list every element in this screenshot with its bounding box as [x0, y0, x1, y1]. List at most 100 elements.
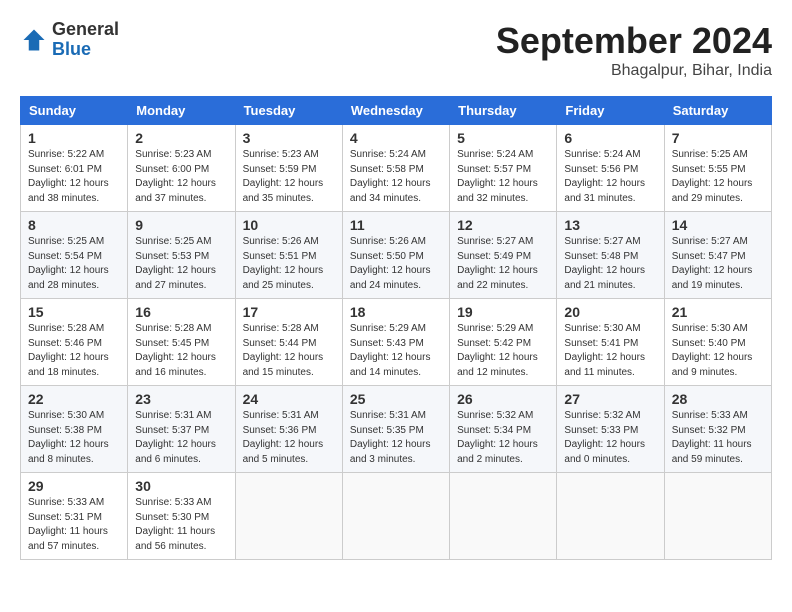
- day-number: 6: [564, 130, 656, 146]
- calendar-cell: [235, 473, 342, 560]
- calendar-cell: 25 Sunrise: 5:31 AM Sunset: 5:35 PM Dayli…: [342, 386, 449, 473]
- calendar-cell: 27Sunrise: 5:32 AM Sunset: 5:33 PM Dayli…: [557, 386, 664, 473]
- calendar-cell: 8 Sunrise: 5:25 AM Sunset: 5:54 PM Daylig…: [21, 212, 128, 299]
- calendar-cell: 19 Sunrise: 5:29 AM Sunset: 5:42 PM Dayli…: [450, 299, 557, 386]
- page-header: General Blue September 2024 Bhagalpur, B…: [20, 20, 772, 80]
- day-number: 4: [350, 130, 442, 146]
- calendar-cell: 3 Sunrise: 5:23 AM Sunset: 5:59 PM Daylig…: [235, 125, 342, 212]
- day-number: 5: [457, 130, 549, 146]
- calendar-cell: 26 Sunrise: 5:32 AM Sunset: 5:34 PM Dayli…: [450, 386, 557, 473]
- day-info: Sunrise: 5:23 AM Sunset: 6:00 PM Dayligh…: [135, 148, 227, 206]
- day-info: Sunrise: 5:26 AM Sunset: 5:50 PM Dayligh…: [350, 235, 442, 293]
- logo-icon: [20, 26, 48, 54]
- day-number: 21: [672, 304, 764, 320]
- day-info: Sunrise: 5:25 AM Sunset: 5:55 PM Dayligh…: [672, 148, 764, 206]
- logo-general: General: [52, 19, 119, 39]
- day-number: 10: [243, 217, 335, 233]
- calendar-cell: 6Sunrise: 5:24 AM Sunset: 5:56 PM Daylig…: [557, 125, 664, 212]
- day-number: 30: [135, 478, 227, 494]
- day-info: Sunrise: 5:33 AM Sunset: 5:30 PM Dayligh…: [135, 496, 227, 554]
- day-number: 22: [28, 391, 120, 407]
- day-info: Sunrise: 5:24 AM Sunset: 5:58 PM Dayligh…: [350, 148, 442, 206]
- calendar-table: SundayMondayTuesdayWednesdayThursdayFrid…: [20, 96, 772, 560]
- day-number: 19: [457, 304, 549, 320]
- calendar-cell: 22 Sunrise: 5:30 AM Sunset: 5:38 PM Dayli…: [21, 386, 128, 473]
- day-info: Sunrise: 5:23 AM Sunset: 5:59 PM Dayligh…: [243, 148, 335, 206]
- weekday-header: Friday: [557, 97, 664, 125]
- logo-blue: Blue: [52, 39, 91, 59]
- day-info: Sunrise: 5:30 AM Sunset: 5:40 PM Dayligh…: [672, 322, 764, 380]
- day-info: Sunrise: 5:27 AM Sunset: 5:47 PM Dayligh…: [672, 235, 764, 293]
- calendar-cell: 7 Sunrise: 5:25 AM Sunset: 5:55 PM Daylig…: [664, 125, 771, 212]
- calendar-cell: 11Sunrise: 5:26 AM Sunset: 5:50 PM Dayli…: [342, 212, 449, 299]
- day-info: Sunrise: 5:28 AM Sunset: 5:44 PM Dayligh…: [243, 322, 335, 380]
- day-info: Sunrise: 5:30 AM Sunset: 5:38 PM Dayligh…: [28, 409, 120, 467]
- calendar-cell: [342, 473, 449, 560]
- day-info: Sunrise: 5:31 AM Sunset: 5:35 PM Dayligh…: [350, 409, 442, 467]
- day-number: 28: [672, 391, 764, 407]
- day-info: Sunrise: 5:32 AM Sunset: 5:34 PM Dayligh…: [457, 409, 549, 467]
- day-info: Sunrise: 5:28 AM Sunset: 5:45 PM Dayligh…: [135, 322, 227, 380]
- calendar-cell: 17 Sunrise: 5:28 AM Sunset: 5:44 PM Dayli…: [235, 299, 342, 386]
- calendar-cell: 12 Sunrise: 5:27 AM Sunset: 5:49 PM Dayli…: [450, 212, 557, 299]
- weekday-header: Monday: [128, 97, 235, 125]
- calendar-week-row: 8 Sunrise: 5:25 AM Sunset: 5:54 PM Daylig…: [21, 212, 772, 299]
- day-number: 20: [564, 304, 656, 320]
- day-info: Sunrise: 5:33 AM Sunset: 5:32 PM Dayligh…: [672, 409, 764, 467]
- day-info: Sunrise: 5:30 AM Sunset: 5:41 PM Dayligh…: [564, 322, 656, 380]
- calendar-cell: 1 Sunrise: 5:22 AM Sunset: 6:01 PM Daylig…: [21, 125, 128, 212]
- day-info: Sunrise: 5:26 AM Sunset: 5:51 PM Dayligh…: [243, 235, 335, 293]
- calendar-cell: 16 Sunrise: 5:28 AM Sunset: 5:45 PM Dayli…: [128, 299, 235, 386]
- calendar-cell: 5 Sunrise: 5:24 AM Sunset: 5:57 PM Daylig…: [450, 125, 557, 212]
- weekday-header: Tuesday: [235, 97, 342, 125]
- calendar-cell: 20 Sunrise: 5:30 AM Sunset: 5:41 PM Dayli…: [557, 299, 664, 386]
- day-info: Sunrise: 5:31 AM Sunset: 5:37 PM Dayligh…: [135, 409, 227, 467]
- day-number: 2: [135, 130, 227, 146]
- month-title: September 2024: [496, 20, 772, 62]
- weekday-header: Saturday: [664, 97, 771, 125]
- calendar-week-row: 15Sunrise: 5:28 AM Sunset: 5:46 PM Dayli…: [21, 299, 772, 386]
- day-number: 8: [28, 217, 120, 233]
- day-number: 7: [672, 130, 764, 146]
- day-number: 26: [457, 391, 549, 407]
- calendar-cell: [450, 473, 557, 560]
- calendar-cell: 10 Sunrise: 5:26 AM Sunset: 5:51 PM Dayli…: [235, 212, 342, 299]
- day-info: Sunrise: 5:25 AM Sunset: 5:54 PM Dayligh…: [28, 235, 120, 293]
- day-info: Sunrise: 5:31 AM Sunset: 5:36 PM Dayligh…: [243, 409, 335, 467]
- calendar-cell: 15Sunrise: 5:28 AM Sunset: 5:46 PM Dayli…: [21, 299, 128, 386]
- day-number: 29: [28, 478, 120, 494]
- day-number: 14: [672, 217, 764, 233]
- day-number: 25: [350, 391, 442, 407]
- calendar-cell: 21 Sunrise: 5:30 AM Sunset: 5:40 PM Dayli…: [664, 299, 771, 386]
- day-number: 9: [135, 217, 227, 233]
- calendar-cell: 30 Sunrise: 5:33 AM Sunset: 5:30 PM Dayli…: [128, 473, 235, 560]
- calendar-cell: 14 Sunrise: 5:27 AM Sunset: 5:47 PM Dayli…: [664, 212, 771, 299]
- day-number: 17: [243, 304, 335, 320]
- weekday-header: Wednesday: [342, 97, 449, 125]
- day-number: 1: [28, 130, 120, 146]
- calendar-cell: 24Sunrise: 5:31 AM Sunset: 5:36 PM Dayli…: [235, 386, 342, 473]
- calendar-cell: [557, 473, 664, 560]
- day-number: 3: [243, 130, 335, 146]
- calendar-cell: 18Sunrise: 5:29 AM Sunset: 5:43 PM Dayli…: [342, 299, 449, 386]
- day-number: 12: [457, 217, 549, 233]
- day-info: Sunrise: 5:29 AM Sunset: 5:42 PM Dayligh…: [457, 322, 549, 380]
- calendar-cell: 29 Sunrise: 5:33 AM Sunset: 5:31 PM Dayli…: [21, 473, 128, 560]
- day-info: Sunrise: 5:27 AM Sunset: 5:49 PM Dayligh…: [457, 235, 549, 293]
- calendar-cell: 13 Sunrise: 5:27 AM Sunset: 5:48 PM Dayli…: [557, 212, 664, 299]
- calendar-cell: 28 Sunrise: 5:33 AM Sunset: 5:32 PM Dayli…: [664, 386, 771, 473]
- day-number: 18: [350, 304, 442, 320]
- day-number: 16: [135, 304, 227, 320]
- day-number: 13: [564, 217, 656, 233]
- logo: General Blue: [20, 20, 119, 60]
- day-number: 27: [564, 391, 656, 407]
- day-info: Sunrise: 5:27 AM Sunset: 5:48 PM Dayligh…: [564, 235, 656, 293]
- calendar-cell: 9Sunrise: 5:25 AM Sunset: 5:53 PM Daylig…: [128, 212, 235, 299]
- day-info: Sunrise: 5:24 AM Sunset: 5:57 PM Dayligh…: [457, 148, 549, 206]
- day-info: Sunrise: 5:33 AM Sunset: 5:31 PM Dayligh…: [28, 496, 120, 554]
- location: Bhagalpur, Bihar, India: [496, 62, 772, 80]
- day-info: Sunrise: 5:28 AM Sunset: 5:46 PM Dayligh…: [28, 322, 120, 380]
- calendar-week-row: 22 Sunrise: 5:30 AM Sunset: 5:38 PM Dayli…: [21, 386, 772, 473]
- day-info: Sunrise: 5:22 AM Sunset: 6:01 PM Dayligh…: [28, 148, 120, 206]
- weekday-header: Sunday: [21, 97, 128, 125]
